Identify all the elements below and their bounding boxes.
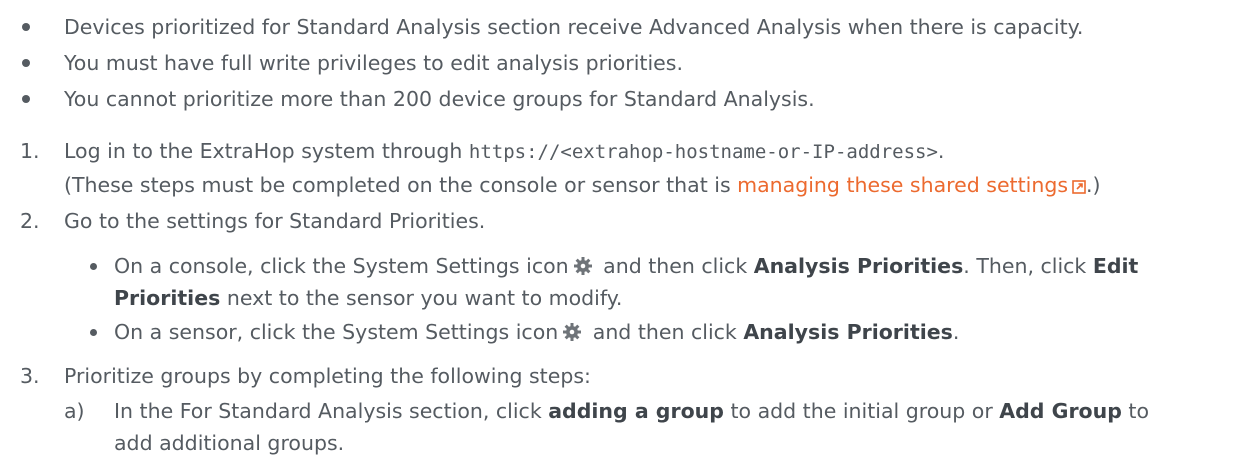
sub-bullet-marker — [90, 263, 97, 270]
bullet-marker — [22, 23, 30, 31]
step-2-sub-2: On a sensor, click the System Settings i… — [114, 318, 959, 346]
edit-label: Edit — [1092, 254, 1139, 278]
note-prefix: (These steps must be completed on the co… — [64, 173, 738, 197]
document-page: Devices prioritized for Standard Analysi… — [0, 0, 1258, 474]
adding-a-group-label: adding a group — [548, 399, 724, 423]
bullet-item: You must have full write privileges to e… — [64, 51, 683, 75]
note-suffix: .) — [1086, 173, 1101, 197]
sub-bullet-marker — [90, 329, 97, 336]
step-1-text: Log in to the ExtraHop system through ht… — [64, 137, 944, 166]
sub-2-suffix: . — [952, 320, 960, 344]
sub-1-mid: and then click — [596, 254, 754, 278]
add-group-label: Add Group — [999, 399, 1122, 423]
step-3-text: Prioritize groups by completing the foll… — [64, 364, 591, 388]
step-3-sub-a: In the For Standard Analysis section, cl… — [114, 397, 1149, 425]
sub-step-letter: a) — [64, 399, 85, 423]
shared-settings-link[interactable]: managing these shared settings — [737, 173, 1086, 197]
step-1-suffix: . — [937, 139, 945, 163]
sub-1-suffix: next to the sensor you want to modify. — [220, 286, 623, 310]
step-3-sub-a-cont: add additional groups. — [114, 431, 345, 455]
gear-icon — [563, 323, 582, 341]
priorities-label: Priorities — [114, 286, 221, 310]
step-1-note: (These steps must be completed on the co… — [64, 171, 1101, 199]
sub-a-suffix: to — [1121, 399, 1150, 423]
step-2-text: Go to the settings for Standard Prioriti… — [64, 209, 486, 233]
sub-a-prefix: In the For Standard Analysis section, cl… — [114, 399, 549, 423]
gear-icon — [573, 257, 592, 275]
sub-a-mid: to add the initial group or — [723, 399, 1000, 423]
bullet-marker — [22, 95, 30, 103]
shared-settings-link-text: managing these shared settings — [737, 173, 1069, 197]
step-2-sub-1: On a console, click the System Settings … — [114, 252, 1138, 280]
step-number: 2. — [20, 209, 40, 233]
sub-1-prefix: On a console, click the System Settings … — [114, 254, 569, 278]
sub-2-mid: and then click — [586, 320, 744, 344]
step-number: 3. — [20, 364, 40, 388]
step-number: 1. — [20, 139, 40, 163]
bullet-item: You cannot prioritize more than 200 devi… — [64, 87, 815, 111]
sub-1-mid-2: . Then, click — [963, 254, 1093, 278]
step-1-prefix: Log in to the ExtraHop system through — [64, 139, 469, 163]
external-link-icon — [1072, 180, 1086, 194]
step-2-sub-1-cont: Priorities next to the sensor you want t… — [114, 284, 622, 312]
analysis-priorities-label: Analysis Priorities — [753, 254, 964, 278]
sub-2-prefix: On a sensor, click the System Settings i… — [114, 320, 559, 344]
analysis-priorities-label: Analysis Priorities — [743, 320, 953, 344]
bullet-marker — [22, 59, 30, 67]
login-url: https://<extrahop-hostname-or-IP-address… — [468, 141, 938, 163]
bullet-item: Devices prioritized for Standard Analysi… — [64, 15, 1084, 39]
